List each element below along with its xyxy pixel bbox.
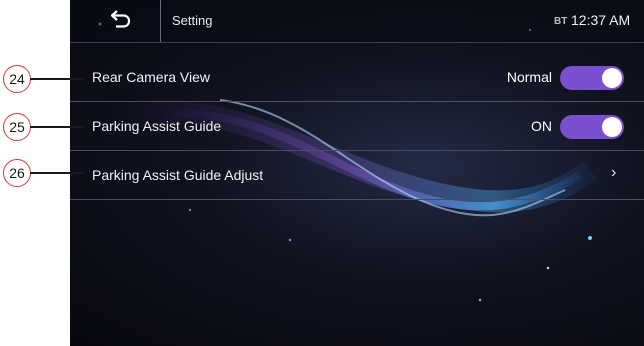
header-divider <box>160 0 161 42</box>
back-arrow-icon <box>110 10 131 28</box>
callout-leader-line <box>30 126 84 128</box>
parking-assist-guide-toggle[interactable] <box>560 115 624 139</box>
back-button[interactable] <box>88 0 160 42</box>
callout-25: 25 <box>3 113 31 141</box>
callout-24: 24 <box>3 65 31 93</box>
setting-row-rear-camera-view[interactable]: Rear Camera View Normal <box>70 53 644 102</box>
callout-26: 26 <box>3 159 31 187</box>
setting-row-parking-assist-guide[interactable]: Parking Assist Guide ON <box>70 102 644 151</box>
setting-label: Parking Assist Guide <box>92 118 222 134</box>
setting-label: Parking Assist Guide Adjust <box>92 167 264 183</box>
chevron-right-icon: › <box>611 164 617 181</box>
clock: 12:37 AM <box>571 12 631 28</box>
toggle-knob <box>602 68 622 88</box>
setting-value: ON <box>531 118 552 134</box>
toggle-knob <box>602 117 622 137</box>
bluetooth-indicator: BT <box>554 16 568 27</box>
setting-value: Normal <box>506 69 552 85</box>
setting-row-parking-assist-guide-adjust[interactable]: Parking Assist Guide Adjust › <box>70 151 644 200</box>
rear-camera-view-toggle[interactable] <box>560 66 624 90</box>
page-title: Setting <box>172 13 213 28</box>
setting-label: Rear Camera View <box>92 69 211 85</box>
callout-leader-line <box>30 78 84 80</box>
callout-leader-line <box>30 172 84 174</box>
head-unit-screen: Setting BT 12:37 AM Rear Camera View Nor… <box>70 0 644 346</box>
top-bar: Setting BT 12:37 AM <box>70 0 644 43</box>
